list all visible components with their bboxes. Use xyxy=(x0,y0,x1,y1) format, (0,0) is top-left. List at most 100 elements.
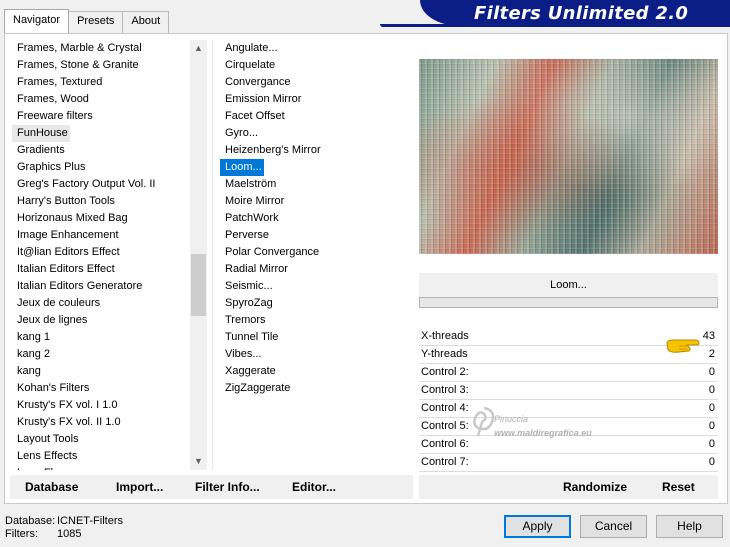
filters-count-value: 1085 xyxy=(57,528,82,540)
apply-button[interactable]: Apply xyxy=(504,515,571,538)
filter-item[interactable]: Seismic... xyxy=(220,278,410,295)
category-item[interactable]: Italian Editors Effect xyxy=(12,261,190,278)
status-info: Database: ICNET-Filters Filters: 1085 xyxy=(5,515,123,541)
control-label: Control 5: xyxy=(421,420,469,432)
import-button[interactable]: Import... xyxy=(116,480,163,494)
filter-item[interactable]: Heizenberg's Mirror xyxy=(220,142,410,159)
watermark-line-1: Pinuccia xyxy=(494,414,529,424)
category-item[interactable]: Image Enhancement xyxy=(12,227,190,244)
reset-button[interactable]: Reset xyxy=(662,480,695,494)
cancel-button[interactable]: Cancel xyxy=(580,515,647,538)
control-label: Y-threads xyxy=(421,348,468,360)
filter-item[interactable]: Xaggerate xyxy=(220,363,410,380)
control-row[interactable]: Control 2: 0 xyxy=(419,364,718,382)
chevron-up-icon[interactable]: ▲ xyxy=(190,40,207,57)
category-item[interactable]: Layout Tools xyxy=(12,431,190,448)
left-toolbar: Database Import... Filter Info... Editor… xyxy=(10,475,413,499)
control-value[interactable]: 0 xyxy=(709,382,715,399)
filter-item[interactable]: Gyro... xyxy=(220,125,410,142)
category-item[interactable]: Krusty's FX vol. II 1.0 xyxy=(12,414,190,431)
category-item[interactable]: Graphics Plus xyxy=(12,159,190,176)
category-item[interactable]: Frames, Textured xyxy=(12,74,190,91)
filter-item[interactable]: Radial Mirror xyxy=(220,261,410,278)
control-label: Control 4: xyxy=(421,402,469,414)
control-row[interactable]: Control 3: 0 xyxy=(419,382,718,400)
help-button[interactable]: Help xyxy=(656,515,723,538)
control-label: X-threads xyxy=(421,330,469,342)
category-item[interactable]: kang 2 xyxy=(12,346,190,363)
category-item[interactable]: Freeware filters xyxy=(12,108,190,125)
tab-presets[interactable]: Presets xyxy=(68,11,124,33)
selected-filter-name: Loom... xyxy=(419,273,718,297)
database-value: ICNET-Filters xyxy=(57,515,123,527)
chevron-down-icon[interactable]: ▼ xyxy=(190,453,207,470)
category-item[interactable]: Greg's Factory Output Vol. II xyxy=(12,176,190,193)
filter-item[interactable]: Facet Offset xyxy=(220,108,410,125)
control-value[interactable]: 0 xyxy=(709,418,715,435)
filter-list[interactable]: Angulate... Cirquelate Convergance Emission… xyxy=(220,40,410,470)
filter-item[interactable]: Moire Mirror xyxy=(220,193,410,210)
filter-item[interactable]: Angulate... xyxy=(220,40,410,57)
category-item[interactable]: Lens Effects xyxy=(12,448,190,465)
category-item[interactable]: FunHouse xyxy=(12,125,70,142)
category-item[interactable]: Italian Editors Generatore xyxy=(12,278,190,295)
filter-item[interactable]: Maelström xyxy=(220,176,410,193)
category-item[interactable]: Lens Flare xyxy=(12,465,190,470)
category-item[interactable]: Frames, Wood xyxy=(12,91,190,108)
control-label: Control 6: xyxy=(421,438,469,450)
tab-navigator[interactable]: Navigator xyxy=(4,9,70,33)
filter-item[interactable]: Tremors xyxy=(220,312,410,329)
category-item[interactable]: Harry's Button Tools xyxy=(12,193,190,210)
filter-item[interactable]: Convergance xyxy=(220,74,410,91)
watermark-line-2: www.maldiregrafica.eu xyxy=(494,428,592,438)
filters-count-label: Filters: xyxy=(5,528,38,540)
category-item[interactable]: Jeux de lignes xyxy=(12,312,190,329)
category-item[interactable]: Kohan's Filters xyxy=(12,380,190,397)
tab-about[interactable]: About xyxy=(122,11,170,33)
preview-image xyxy=(419,59,718,254)
control-value[interactable]: 0 xyxy=(709,400,715,417)
filter-item[interactable]: Vibes... xyxy=(220,346,410,363)
control-label: Control 7: xyxy=(421,456,469,468)
filter-item[interactable]: ZigZaggerate xyxy=(220,380,410,397)
category-item[interactable]: Gradients xyxy=(12,142,190,159)
filter-item[interactable]: Cirquelate xyxy=(220,57,410,74)
editor-button[interactable]: Editor... xyxy=(292,480,336,494)
category-item[interactable]: It@lian Editors Effect xyxy=(12,244,190,261)
control-row[interactable]: Control 7: 0 xyxy=(419,454,718,472)
filter-item[interactable]: PatchWork xyxy=(220,210,410,227)
filter-item[interactable]: Loom... xyxy=(220,159,264,176)
randomize-button[interactable]: Randomize xyxy=(563,480,627,494)
control-value[interactable]: 0 xyxy=(709,364,715,381)
app-banner-title: Filters Unlimited 2.0 xyxy=(420,0,730,26)
tab-bar: Navigator Presets About xyxy=(4,9,170,33)
category-item[interactable]: Horizonaus Mixed Bag xyxy=(12,210,190,227)
category-item[interactable]: Frames, Marble & Crystal xyxy=(12,40,190,57)
category-item[interactable]: Jeux de couleurs xyxy=(12,295,190,312)
filter-item[interactable]: Perverse xyxy=(220,227,410,244)
category-item[interactable]: kang xyxy=(12,363,190,380)
category-list[interactable]: Frames, Marble & Crystal Frames, Stone & … xyxy=(12,40,190,470)
filter-item[interactable]: Tunnel Tile xyxy=(220,329,410,346)
control-value[interactable]: 0 xyxy=(709,436,715,453)
right-toolbar: Randomize Reset xyxy=(419,475,718,499)
category-scrollbar[interactable]: ▲ ▼ xyxy=(190,40,207,470)
filter-info-button[interactable]: Filter Info... xyxy=(195,480,260,494)
list-divider xyxy=(212,40,213,470)
category-item[interactable]: kang 1 xyxy=(12,329,190,346)
database-button[interactable]: Database xyxy=(25,480,78,494)
control-value[interactable]: 2 xyxy=(709,346,715,363)
control-label: Control 2: xyxy=(421,366,469,378)
filter-item[interactable]: Emission Mirror xyxy=(220,91,410,108)
pointing-hand-icon xyxy=(666,339,700,353)
watermark: Pinuccia www.maldiregrafica.eu xyxy=(468,406,648,446)
control-label: Control 3: xyxy=(421,384,469,396)
progress-bar xyxy=(419,297,718,308)
control-value[interactable]: 0 xyxy=(709,454,715,471)
filter-item[interactable]: Polar Convergance xyxy=(220,244,410,261)
category-item[interactable]: Frames, Stone & Granite xyxy=(12,57,190,74)
scrollbar-thumb[interactable] xyxy=(191,254,206,316)
filter-item[interactable]: SpyroZag xyxy=(220,295,410,312)
database-label: Database: xyxy=(5,515,56,527)
category-item[interactable]: Krusty's FX vol. I 1.0 xyxy=(12,397,190,414)
